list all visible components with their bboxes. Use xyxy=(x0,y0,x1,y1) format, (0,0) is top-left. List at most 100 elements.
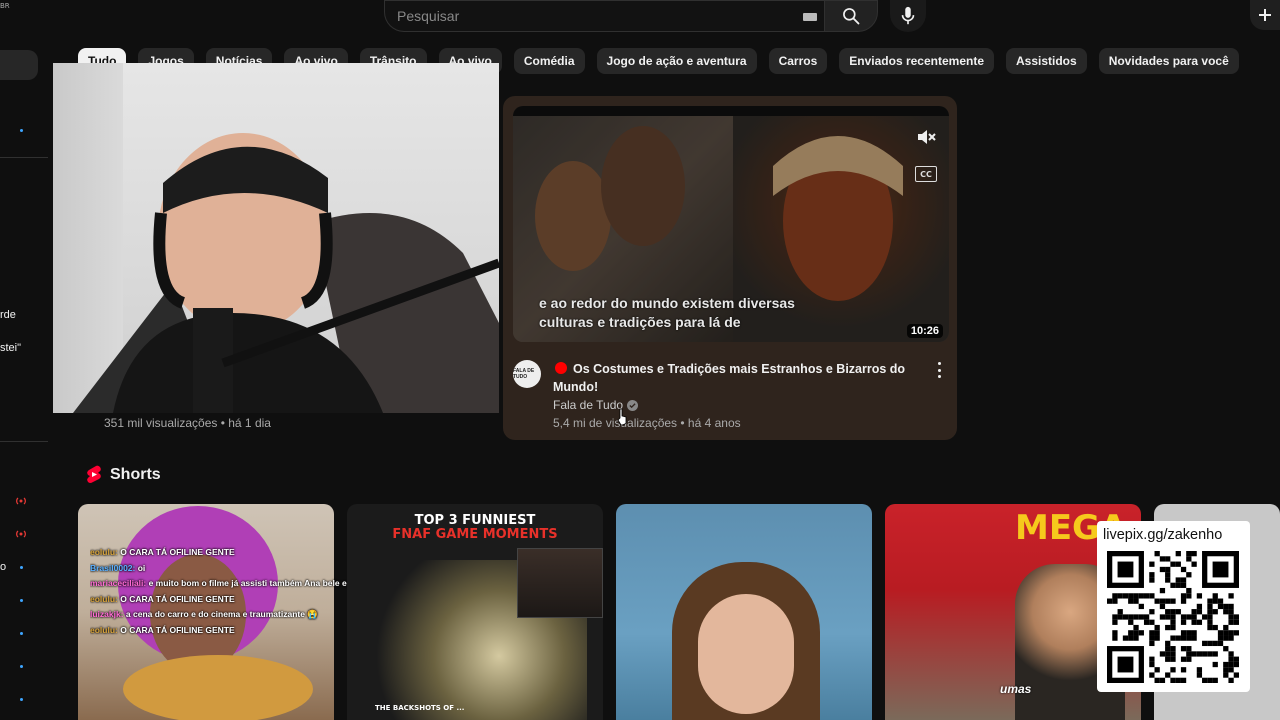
sidebar-new-indicator xyxy=(20,632,23,635)
qr-module xyxy=(1117,614,1123,620)
qr-module xyxy=(1154,551,1160,557)
qr-module xyxy=(1159,651,1166,657)
qr-module xyxy=(1149,672,1155,678)
qr-module xyxy=(1165,656,1171,662)
qr-module xyxy=(1107,598,1113,604)
chip-jogo-de-acao[interactable]: Jogo de ação e aventura xyxy=(596,48,757,74)
short-4-subtitle: umas xyxy=(1000,682,1032,696)
qr-module xyxy=(1228,603,1234,610)
chat-text: O CARA TÁ OFILINE GENTE xyxy=(117,547,235,557)
qr-code xyxy=(1107,551,1239,683)
qr-module xyxy=(1196,603,1203,610)
qr-module xyxy=(1165,624,1171,631)
live-icon xyxy=(16,530,26,538)
qr-module xyxy=(1223,661,1229,668)
qr-module xyxy=(1223,646,1229,652)
qr-module xyxy=(1186,587,1192,594)
chip-novidades[interactable]: Novidades para você xyxy=(1098,48,1239,74)
channel-name[interactable]: Fala de Tudo xyxy=(553,398,623,412)
qr-module xyxy=(1207,598,1213,604)
qr-module xyxy=(1186,635,1192,641)
search-field[interactable] xyxy=(384,0,824,32)
qr-module xyxy=(1207,609,1213,615)
region-code: BR xyxy=(0,2,10,10)
video-card-hovered[interactable]: e ao redor do mundo existem diversas cul… xyxy=(503,96,957,440)
search-input[interactable] xyxy=(397,5,797,27)
more-options-button[interactable] xyxy=(935,362,943,378)
sidebar-item-label[interactable]: stei" xyxy=(0,342,21,354)
short-card[interactable] xyxy=(616,504,872,720)
qr-module xyxy=(1117,609,1123,615)
qr-module xyxy=(1233,656,1239,662)
mute-button[interactable] xyxy=(915,126,937,148)
search-button[interactable] xyxy=(824,0,878,32)
chip-enviados-recentemente[interactable]: Enviados recentemente xyxy=(839,48,994,74)
video-caption: e ao redor do mundo existem diversas cul… xyxy=(539,294,859,332)
qr-module xyxy=(1133,593,1139,599)
sidebar-item-label[interactable]: rde xyxy=(0,309,16,321)
qr-module xyxy=(1191,635,1197,641)
qr-module xyxy=(1154,635,1160,641)
qr-module xyxy=(1217,630,1224,636)
chip-carros[interactable]: Carros xyxy=(768,48,828,74)
qr-module xyxy=(1165,640,1171,647)
voice-search-button[interactable] xyxy=(890,0,926,32)
live-icon xyxy=(16,497,26,505)
qr-module xyxy=(1233,619,1239,625)
captions-button[interactable]: CC xyxy=(915,166,937,182)
qr-module xyxy=(1154,630,1160,636)
qr-module xyxy=(1180,577,1187,583)
qr-module xyxy=(1228,656,1234,662)
qr-module xyxy=(1165,577,1171,583)
qr-module xyxy=(1128,635,1134,641)
video-thumbnail[interactable]: e ao redor do mundo existem diversas cul… xyxy=(513,106,949,342)
qr-module xyxy=(1117,656,1134,673)
qr-module xyxy=(1143,619,1150,625)
qr-module xyxy=(1159,677,1166,683)
qr-module xyxy=(1175,577,1181,583)
qr-module xyxy=(1165,598,1171,604)
sidebar-divider xyxy=(0,157,48,158)
sidebar-new-indicator xyxy=(20,698,23,701)
create-button[interactable] xyxy=(1250,0,1280,30)
qr-module xyxy=(1196,667,1203,673)
qr-module xyxy=(1128,614,1134,620)
qr-module xyxy=(1175,582,1181,588)
qr-module xyxy=(1217,635,1224,641)
qr-module xyxy=(1128,630,1134,636)
hand-cursor-icon xyxy=(617,408,627,426)
shorts-header: Shorts xyxy=(86,465,161,484)
sidebar-item-label[interactable]: o xyxy=(0,561,6,573)
chip-assistidos[interactable]: Assistidos xyxy=(1006,48,1087,74)
qr-module xyxy=(1223,635,1229,641)
qr-module xyxy=(1186,572,1192,578)
qr-module xyxy=(1180,582,1187,588)
qr-module xyxy=(1149,619,1155,625)
dot xyxy=(937,362,941,365)
chip-comedia[interactable]: Comédia xyxy=(513,48,585,74)
short-card[interactable]: TOP 3 FUNNIEST FNAF GAME MOMENTS THE BAC… xyxy=(347,504,603,720)
qr-module xyxy=(1159,587,1166,594)
qr-module xyxy=(1207,640,1213,647)
qr-module xyxy=(1170,667,1176,673)
qr-module xyxy=(1138,630,1144,636)
caption-line-1: e ao redor do mundo existem diversas xyxy=(539,295,795,311)
qr-module xyxy=(1207,603,1213,610)
sidebar-item-active[interactable] xyxy=(0,50,38,80)
qr-module xyxy=(1196,609,1203,615)
channel-avatar[interactable]: FALA DE TUDO xyxy=(513,360,541,388)
qr-module xyxy=(1112,593,1118,599)
video-meta: 5,4 mi de visualizações • há 4 anos xyxy=(553,416,741,430)
short-2-banner: TOP 3 FUNNIEST FNAF GAME MOMENTS xyxy=(347,514,603,542)
qr-module xyxy=(1149,640,1155,647)
qr-module xyxy=(1175,551,1181,557)
qr-module xyxy=(1128,593,1134,599)
qr-module xyxy=(1191,630,1197,636)
qr-module xyxy=(1112,598,1118,604)
keyboard-icon[interactable] xyxy=(803,13,817,21)
qr-module xyxy=(1202,651,1208,657)
chat-message: mariaceciliali: e muito bom o filme já a… xyxy=(90,576,352,592)
qr-module xyxy=(1165,572,1171,578)
qr-module xyxy=(1112,635,1118,641)
video-title[interactable]: Os Costumes e Tradições mais Estranhos e… xyxy=(553,360,923,396)
